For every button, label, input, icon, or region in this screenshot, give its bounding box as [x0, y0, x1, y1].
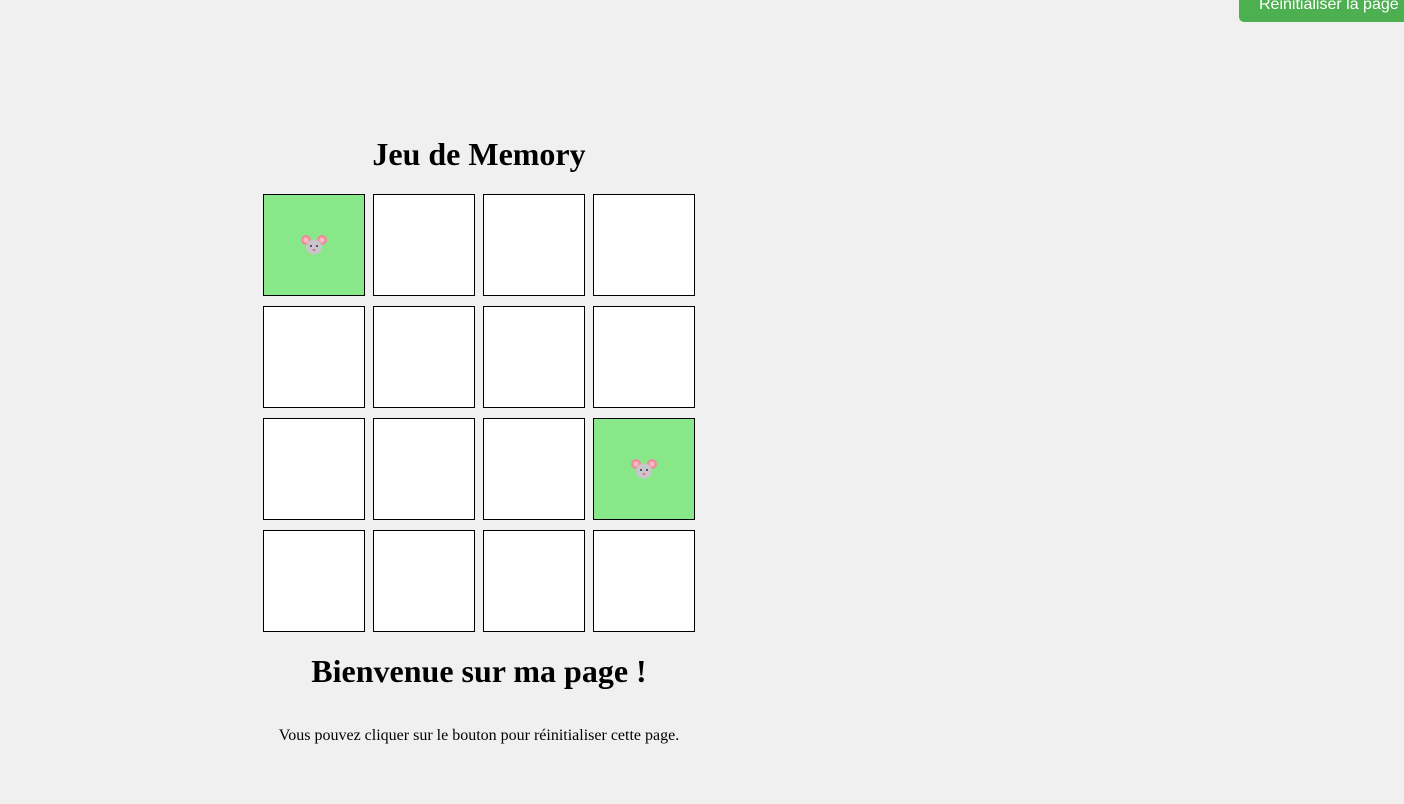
memory-card[interactable]	[263, 418, 365, 520]
memory-card[interactable]	[593, 418, 695, 520]
welcome-text: Vous pouvez cliquer sur le bouton pour r…	[278, 727, 680, 744]
memory-card[interactable]	[263, 306, 365, 408]
memory-card[interactable]	[593, 194, 695, 296]
memory-card[interactable]	[373, 530, 475, 632]
mouse-icon	[631, 458, 657, 480]
mouse-icon	[301, 234, 327, 256]
memory-card[interactable]	[483, 306, 585, 408]
welcome-heading: Bienvenue sur ma page !	[311, 653, 647, 689]
memory-card[interactable]	[373, 418, 475, 520]
memory-card[interactable]	[483, 418, 585, 520]
game-title: Jeu de Memory	[372, 136, 586, 172]
memory-card[interactable]	[263, 530, 365, 632]
memory-card[interactable]	[593, 530, 695, 632]
memory-card[interactable]	[593, 306, 695, 408]
reset-page-button[interactable]: Réinitialiser la page	[1239, 0, 1404, 22]
memory-card[interactable]	[483, 530, 585, 632]
memory-card[interactable]	[263, 194, 365, 296]
memory-card[interactable]	[373, 194, 475, 296]
memory-card[interactable]	[483, 194, 585, 296]
card-grid	[263, 194, 695, 632]
memory-card[interactable]	[373, 306, 475, 408]
